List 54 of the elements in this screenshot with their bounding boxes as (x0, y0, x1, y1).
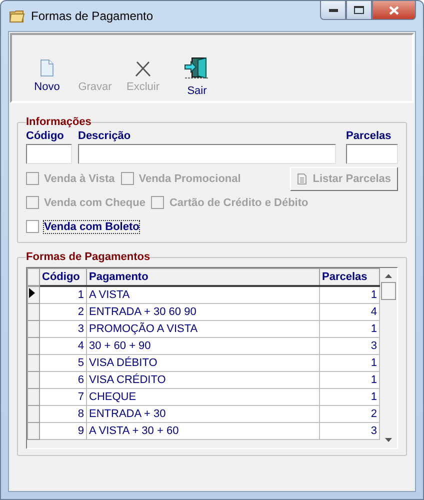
table-cell: A VISTA + 30 + 60 (86, 422, 320, 440)
group-title: Formas de Pagamentos (26, 251, 150, 263)
maximize-icon (354, 6, 364, 14)
window-title: Formas de Pagamento (31, 9, 154, 23)
table-cell: 4 (320, 304, 380, 320)
table-cell: 2 (320, 406, 380, 422)
toolbar-button[interactable]: Sair (176, 57, 218, 97)
field-label: Código (26, 130, 65, 142)
minimize-icon (328, 8, 338, 12)
checkbox-option[interactable]: Venda com Boleto (26, 220, 140, 233)
table-cell: 3 (320, 422, 380, 440)
row-indicator[interactable] (28, 286, 40, 304)
table-cell: 9 (40, 422, 86, 440)
cross-icon (135, 61, 151, 77)
table-cell: 2 (40, 304, 86, 320)
column-header[interactable]: Pagamento (86, 268, 320, 286)
door-exit-icon (184, 57, 210, 81)
close-icon (389, 6, 399, 14)
table-cell: 30 + 60 + 90 (86, 338, 320, 354)
table-cell: 7 (40, 388, 86, 406)
table-cell: 4 (40, 338, 86, 354)
table-cell: 1 (320, 372, 380, 388)
toolbar-button[interactable]: Novo (26, 59, 68, 93)
input-field[interactable] (26, 144, 72, 164)
group-title: Informações (26, 116, 92, 128)
input-field[interactable] (78, 144, 336, 164)
table-cell: VISA DÉBITO (86, 354, 320, 372)
table-cell: PROMOÇÃO A VISTA (86, 320, 320, 338)
field-label: Descrição (78, 130, 132, 142)
document-icon (296, 172, 307, 184)
table-cell: 3 (320, 338, 380, 354)
table-cell: 1 (320, 388, 380, 406)
table-cell: 8 (40, 406, 86, 422)
table-cell: A VISTA (86, 286, 320, 304)
table-cell: 1 (320, 286, 380, 304)
table-cell: ENTRADA + 30 60 90 (86, 304, 320, 320)
table-cell: 1 (40, 286, 86, 304)
input-field[interactable] (346, 144, 398, 164)
column-header[interactable]: Código (40, 268, 86, 286)
minimize-button[interactable] (320, 1, 346, 20)
close-button[interactable] (372, 1, 416, 20)
table-cell: VISA CRÉDITO (86, 372, 320, 388)
table-cell: 6 (40, 372, 86, 388)
table-cell: CHEQUE (86, 388, 320, 406)
maximize-button[interactable] (346, 1, 372, 20)
field-label: Parcelas (346, 130, 392, 142)
table-cell: 1 (320, 320, 380, 338)
table-cell: ENTRADA + 30 (86, 406, 320, 422)
column-header[interactable]: Parcelas (320, 268, 380, 286)
document-icon (40, 59, 54, 77)
table-cell: 1 (320, 354, 380, 372)
table-cell: 5 (40, 354, 86, 372)
table-cell: 3 (40, 320, 86, 338)
folder-icon (9, 9, 25, 23)
